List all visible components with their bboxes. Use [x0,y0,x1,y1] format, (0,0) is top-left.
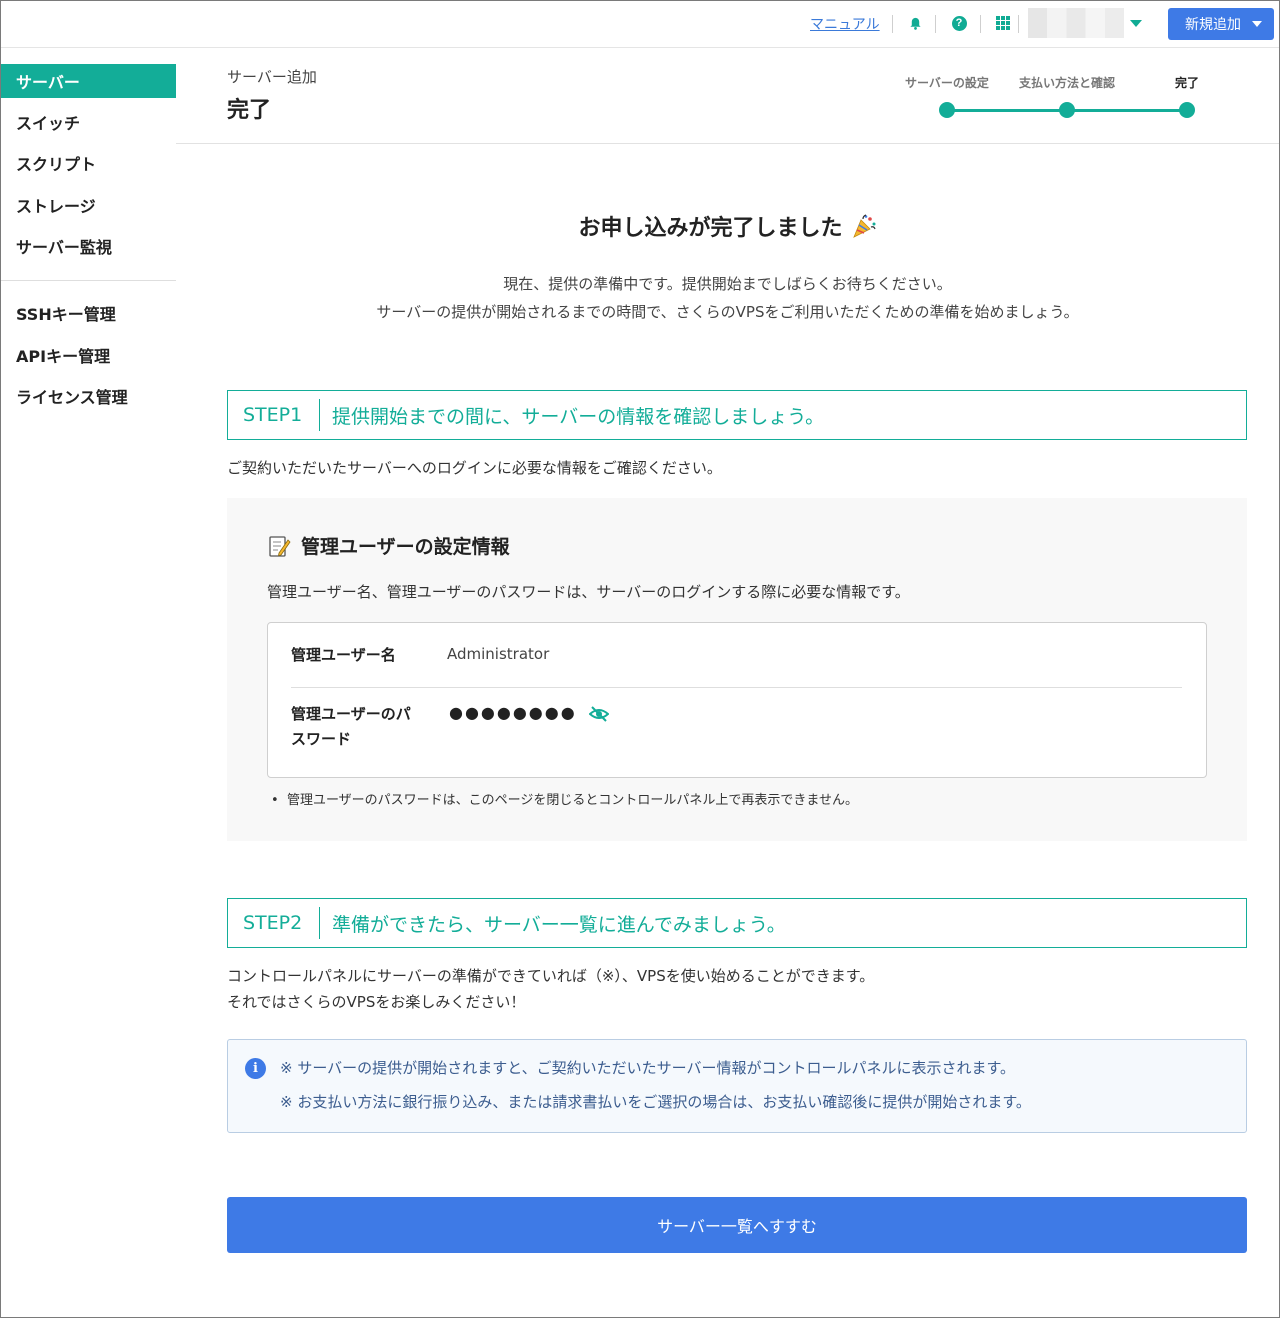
stepper-label-complete: 完了 [1174,76,1200,90]
step2-banner: STEP2 準備ができたら、サーバー一覧に進んでみましょう。 [227,898,1247,948]
header-divider [935,15,936,33]
sidebar-item-label: ストレージ [16,197,96,216]
admin-password-label: 管理ユーザーのパ スワード [291,702,411,752]
header-divider [892,15,893,33]
lead-text-2: サーバーの提供が開始されるまでの時間で、さくらのVPSをご利用いただくための準備… [376,303,1079,321]
step1-text: 提供開始までの間に、サーバーの情報を確認しましょう。 [332,405,825,428]
step1-banner: STEP1 提供開始までの間に、サーバーの情報を確認しましょう。 [227,390,1247,440]
header-divider [980,15,981,33]
stepper-dot [1059,102,1075,118]
sidebar-item-ssh-keys[interactable]: SSHキー管理 [1,296,176,330]
step2-text: 準備ができたら、サーバー一覧に進んでみましょう。 [332,913,786,936]
sidebar-item-label: SSHキー管理 [16,305,116,324]
credentials-card [267,622,1207,778]
memo-icon [269,535,291,557]
sidebar-item-label: スイッチ [16,114,81,133]
info-icon: i [245,1058,266,1079]
alert-line-2: ※ お支払い方法に銀行振り込み、または請求書払いをご選択の場合は、お支払い確認後… [280,1093,1031,1111]
sidebar: サーバー スイッチ スクリプト ストレージ サーバー監視 SSHキー管理 API… [1,48,177,1293]
apps-grid-icon[interactable] [994,14,1012,32]
sidebar-item-monitoring[interactable]: サーバー監視 [1,229,176,263]
sidebar-item-label: サーバー [16,73,80,92]
sidebar-divider [1,280,176,281]
eye-off-icon[interactable] [589,705,609,723]
step2-tag: STEP2 [228,907,320,939]
step2-description-2: それではさくらのVPSをお楽しみください！ [227,993,526,1011]
step1-description: ご契約いただいたサーバーへのログインに必要な情報をご確認ください。 [227,459,722,477]
completion-heading: お申し込みが完了しました [176,210,1279,242]
stepper-dot [1179,102,1195,118]
breadcrumb: サーバー追加 [227,68,317,86]
stepper-dot [939,102,955,118]
sidebar-item-label: スクリプト [16,155,97,174]
party-popper-icon [852,214,876,238]
admin-user-value: Administrator [447,645,550,663]
panel-title-text: 管理ユーザーの設定情報 [301,536,510,558]
sidebar-item-licenses[interactable]: ライセンス管理 [1,379,176,413]
admin-password-label-line1: 管理ユーザーのパ [291,705,411,723]
admin-password-masked: ●●●●●●●● [449,703,577,722]
sidebar-item-storage[interactable]: ストレージ [1,188,176,222]
alert-line-1: ※ サーバーの提供が開始されますと、ご契約いただいたサーバー情報がコントロールパ… [280,1059,1015,1077]
admin-password-label-line2: スワード [291,730,352,748]
manual-link[interactable]: マニュアル [810,14,880,34]
sidebar-item-api-keys[interactable]: APIキー管理 [1,338,176,372]
new-add-button[interactable]: 新規追加 [1168,8,1274,40]
step2-description-1: コントロールパネルにサーバーの準備ができていれば（※）、VPSを使い始めることが… [227,967,875,985]
header-divider [1018,15,1019,33]
credentials-divider [291,687,1182,688]
panel-title: 管理ユーザーの設定情報 [267,532,510,559]
stepper-label-server-settings: サーバーの設定 [905,76,989,90]
stepper-label-payment: 支払い方法と確認 [1018,76,1116,90]
completion-heading-text: お申し込みが完了しました [578,216,843,241]
go-to-server-list-button[interactable]: サーバー一覧へすすむ [227,1197,1247,1253]
step1-tag: STEP1 [228,399,320,431]
bell-icon[interactable] [906,14,924,32]
admin-user-label: 管理ユーザー名 [291,646,396,664]
sidebar-item-label: サーバー監視 [16,238,112,257]
panel-description: 管理ユーザー名、管理ユーザーのパスワードは、サーバーのログインする際に必要な情報… [267,583,910,601]
new-add-label: 新規追加 [1185,17,1241,33]
sidebar-item-script[interactable]: スクリプト [1,146,176,180]
lead-text-1: 現在、提供の準備中です。提供開始までしばらくお待ちください。 [503,275,952,293]
password-note-text: 管理ユーザーのパスワードは、このページを閉じるとコントロールパネル上で再表示でき… [286,793,859,808]
chevron-down-icon [1252,21,1262,27]
sidebar-item-server[interactable]: サーバー [1,64,176,98]
info-alert [227,1039,1247,1133]
sidebar-item-label: ライセンス管理 [16,388,128,407]
account-dropdown-icon[interactable] [1130,20,1142,27]
sidebar-item-label: APIキー管理 [16,347,111,366]
page-title: 完了 [227,98,272,123]
account-name-redacted[interactable] [1028,8,1124,38]
help-icon[interactable]: ? [950,14,968,32]
password-note: • 管理ユーザーのパスワードは、このページを閉じるとコントロールパネル上で再表示… [271,793,859,808]
go-to-server-list-label: サーバー一覧へすすむ [657,1217,817,1236]
sidebar-item-switch[interactable]: スイッチ [1,105,176,139]
page-header [176,48,1279,144]
